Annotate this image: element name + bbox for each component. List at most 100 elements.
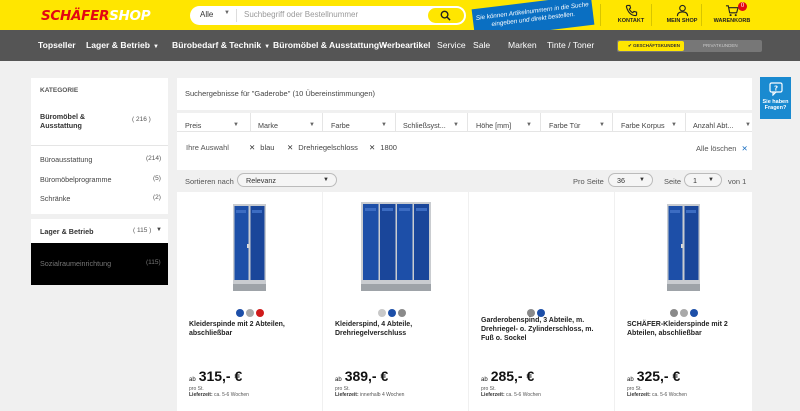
- filter-farbe-korpus[interactable]: Farbe Korpus ▼: [621, 121, 677, 136]
- color-swatch[interactable]: [236, 309, 244, 317]
- chevron-down-icon: ▼: [264, 44, 271, 50]
- category-heading: KATEGORIE: [40, 87, 79, 94]
- category-lager-betrieb[interactable]: Lager & Betrieb: [40, 227, 94, 236]
- clear-all-link[interactable]: Alle löschen ✕: [696, 144, 748, 153]
- page-label: Seite: [664, 177, 682, 186]
- color-swatch[interactable]: [256, 309, 264, 317]
- top-header: SCHÄFERSHOP Alle ▼ Suchbegriff oder Best…: [0, 0, 800, 40]
- product-name[interactable]: SCHÄFER-Kleiderspinde mit 2 Abteilen, ab…: [627, 320, 752, 338]
- filter-preis[interactable]: Preis ▼: [185, 121, 239, 136]
- color-swatch[interactable]: [680, 309, 688, 317]
- category-group-lager-betrieb: Lager & Betrieb ( 115 ) ▼: [31, 219, 168, 243]
- nav-item-tinte-toner[interactable]: Tinte / Toner: [547, 40, 594, 50]
- color-swatch[interactable]: [398, 309, 406, 317]
- category-item-bueromoebelprogramme[interactable]: Büromöbelprogramme: [40, 175, 112, 184]
- product-price: ab 285,- €: [481, 368, 535, 384]
- product-image[interactable]: [667, 204, 700, 292]
- page-select[interactable]: 1 ▼: [684, 173, 722, 187]
- color-swatch[interactable]: [690, 309, 698, 317]
- divider: [322, 113, 323, 131]
- delivery-time: Lieferzeit: ca. 5-6 Wochen: [189, 392, 249, 398]
- close-icon[interactable]: ✕: [249, 143, 255, 152]
- nav-item-bueromoebel[interactable]: Büromöbel & Ausstattung ▼: [273, 40, 388, 50]
- filter-marke[interactable]: Marke ▼: [258, 121, 315, 136]
- close-icon[interactable]: ✕: [287, 143, 293, 152]
- category-item-bueroausstattung[interactable]: Büroausstattung: [40, 155, 92, 164]
- divider: [467, 113, 468, 131]
- color-swatches: [378, 304, 408, 317]
- color-swatches: [527, 304, 547, 317]
- nav-item-sale[interactable]: Sale: [473, 40, 490, 50]
- product-name[interactable]: Kleiderspind, 4 Abteile, Drehriegelversc…: [335, 320, 460, 338]
- per-page-select[interactable]: 36 ▼: [608, 173, 653, 187]
- active-filter-chip[interactable]: ✕ Drehriegelschloss: [287, 143, 358, 152]
- filter-farbe-tuer[interactable]: Farbe Tür ▼: [549, 121, 605, 136]
- sort-select[interactable]: Relevanz ▼: [237, 173, 337, 187]
- category-item-selected[interactable]: Sozialraumeinrichtung (115): [31, 243, 168, 285]
- chevron-down-icon: ▼: [323, 177, 329, 183]
- divider: [612, 113, 613, 131]
- product-price: ab 325,- €: [627, 368, 681, 384]
- private-customer-option[interactable]: PRIVATKUNDEN: [703, 41, 738, 51]
- divider: [685, 113, 686, 131]
- color-swatch[interactable]: [670, 309, 678, 317]
- divider: [31, 145, 168, 146]
- filter-schliesssystem[interactable]: Schließsyst... ▼: [403, 121, 459, 136]
- nav-item-service[interactable]: Service: [437, 40, 466, 50]
- cart-link[interactable]: 0 WARENKORB: [702, 2, 762, 30]
- chevron-down-icon: ▼: [381, 122, 387, 128]
- product-card[interactable]: Kleiderspind, 4 Abteile, Drehriegelversc…: [323, 192, 468, 411]
- category-item-sozialraumeinrichtung: Sozialraumeinrichtung: [40, 259, 112, 268]
- nav-item-buerobedarf-technik[interactable]: Bürobedarf & Technik ▼: [172, 40, 270, 50]
- chevron-down-icon[interactable]: ▼: [224, 10, 230, 16]
- product-name[interactable]: Garderobenspind, 3 Abteile, m. Drehriege…: [481, 316, 606, 343]
- nav-item-topseller[interactable]: Topseller: [38, 40, 76, 50]
- nav-item-marken[interactable]: Marken: [508, 40, 537, 50]
- color-swatch[interactable]: [246, 309, 254, 317]
- site-logo[interactable]: SCHÄFERSHOP: [41, 8, 151, 24]
- close-icon[interactable]: ✕: [369, 143, 375, 152]
- active-filter-chip[interactable]: ✕ 1800: [369, 143, 397, 152]
- delivery-time: Lieferzeit: ca. 5-6 Wochen: [481, 392, 541, 398]
- svg-text:?: ?: [773, 85, 777, 93]
- color-swatch[interactable]: [388, 309, 396, 317]
- chevron-down-icon: ▼: [708, 177, 714, 183]
- phone-icon: [625, 4, 637, 17]
- divider: [540, 113, 541, 131]
- product-name[interactable]: Kleiderspinde mit 2 Abteilen, abschließb…: [189, 320, 314, 338]
- chevron-down-icon: ▼: [153, 44, 159, 50]
- search-input[interactable]: Suchbegriff oder Bestellnummer: [244, 10, 358, 19]
- business-customer-option[interactable]: ✔ GESCHÄFTSKUNDEN: [618, 41, 684, 51]
- product-card[interactable]: Kleiderspinde mit 2 Abteilen, abschließb…: [177, 192, 322, 411]
- search-icon: [440, 10, 451, 21]
- chevron-down-icon[interactable]: ▼: [156, 227, 162, 233]
- close-icon: ✕: [741, 144, 748, 153]
- category-group-bueromoebel: Büromöbel & Ausstattung ( 216 ) ▲ Büroau…: [31, 104, 194, 214]
- product-card[interactable]: SCHÄFER-Kleiderspinde mit 2 Abteilen, ab…: [615, 192, 752, 411]
- chevron-down-icon: ▼: [599, 122, 605, 128]
- divider: [250, 113, 251, 131]
- filter-hoehe[interactable]: Höhe [mm] ▼: [476, 121, 532, 136]
- delivery-time: Lieferzeit: ca. 5-6 Wochen: [627, 392, 687, 398]
- cart-label: WARENKORB: [713, 18, 751, 24]
- category-count: (5): [153, 175, 161, 182]
- chevron-down-icon: ▼: [745, 122, 751, 128]
- nav-item-lager-betrieb[interactable]: Lager & Betrieb ▼: [86, 40, 159, 50]
- chevron-down-icon: ▼: [671, 122, 677, 128]
- help-widget[interactable]: ? Sie haben Fragen?: [760, 77, 791, 119]
- category-bueromoebel[interactable]: Büromöbel & Ausstattung: [40, 112, 120, 130]
- search-button[interactable]: [428, 8, 464, 23]
- per-page-label: Pro Seite: [573, 177, 604, 186]
- product-image[interactable]: [361, 202, 431, 292]
- active-filter-chip[interactable]: ✕ blau: [249, 143, 274, 152]
- search-category-select[interactable]: Alle: [200, 10, 213, 19]
- category-count: ( 216 ): [132, 116, 151, 123]
- product-card[interactable]: Garderobenspind, 3 Abteile, m. Drehriege…: [469, 192, 614, 411]
- nav-item-werbeartikel[interactable]: Werbeartikel: [379, 40, 430, 50]
- filter-anzahl-abteile[interactable]: Anzahl Abt... ▼: [693, 121, 751, 136]
- color-swatch[interactable]: [378, 309, 386, 317]
- category-item-schraenke[interactable]: Schränke: [40, 194, 70, 203]
- customer-type-toggle[interactable]: ✔ GESCHÄFTSKUNDEN PRIVATKUNDEN: [617, 40, 762, 52]
- product-image[interactable]: [233, 204, 266, 292]
- filter-farbe[interactable]: Farbe ▼: [331, 121, 387, 136]
